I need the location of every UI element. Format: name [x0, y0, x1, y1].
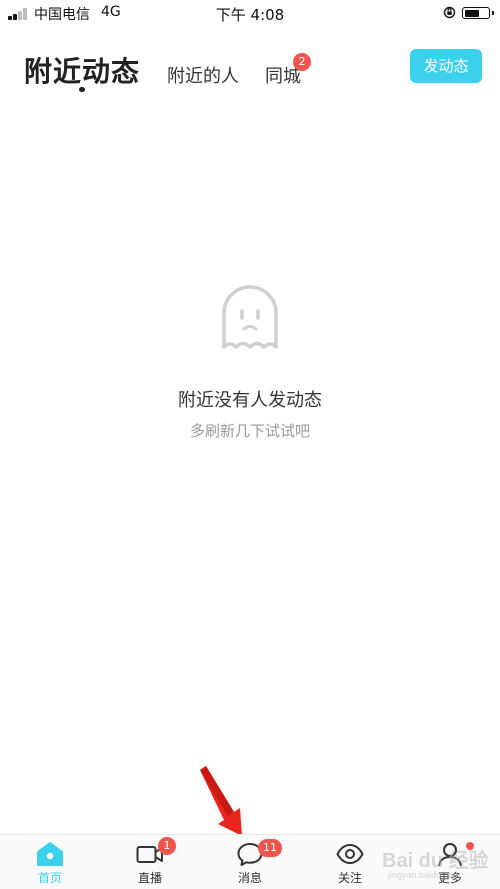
tab-messages[interactable]: 11 消息: [200, 835, 300, 889]
tab-live[interactable]: 1 直播: [100, 835, 200, 889]
battery-icon: [462, 7, 494, 19]
tab-nearby-posts[interactable]: 附近动态: [24, 50, 140, 90]
tab-live-label: 直播: [137, 871, 162, 885]
eye-icon: [336, 844, 364, 864]
messages-badge: 11: [258, 839, 282, 857]
watermark-url: jingyan.baidu.com: [388, 870, 461, 880]
top-tab-header: 附近动态 附近的人 同城 2 发动态: [0, 40, 500, 100]
status-time: 下午 4:08: [215, 6, 285, 24]
tab-nearby-people[interactable]: 附近的人: [167, 62, 239, 88]
home-icon: [37, 842, 63, 866]
empty-state-subtitle: 多刷新几下试试吧: [189, 422, 310, 440]
red-arrow-annotation: [200, 766, 242, 836]
ghost-icon: [222, 285, 278, 349]
active-tab-indicator: [79, 87, 85, 92]
status-bar: 中国电信 4G 下午 4:08: [0, 0, 500, 26]
rotation-lock-icon: [443, 6, 456, 19]
watermark-text: Bai du 经验: [382, 850, 489, 872]
tab-home[interactable]: 首页: [0, 835, 100, 889]
tab-messages-label: 消息: [237, 871, 262, 885]
post-button[interactable]: 发动态: [410, 49, 482, 83]
baidu-jingyan-watermark: Bai du 经验 jingyan.baidu.com: [380, 842, 498, 886]
tab-home-label: 首页: [37, 871, 62, 885]
live-badge: 1: [158, 837, 176, 855]
same-city-badge: 2: [293, 53, 311, 71]
empty-state-title: 附近没有人发动态: [178, 390, 322, 411]
